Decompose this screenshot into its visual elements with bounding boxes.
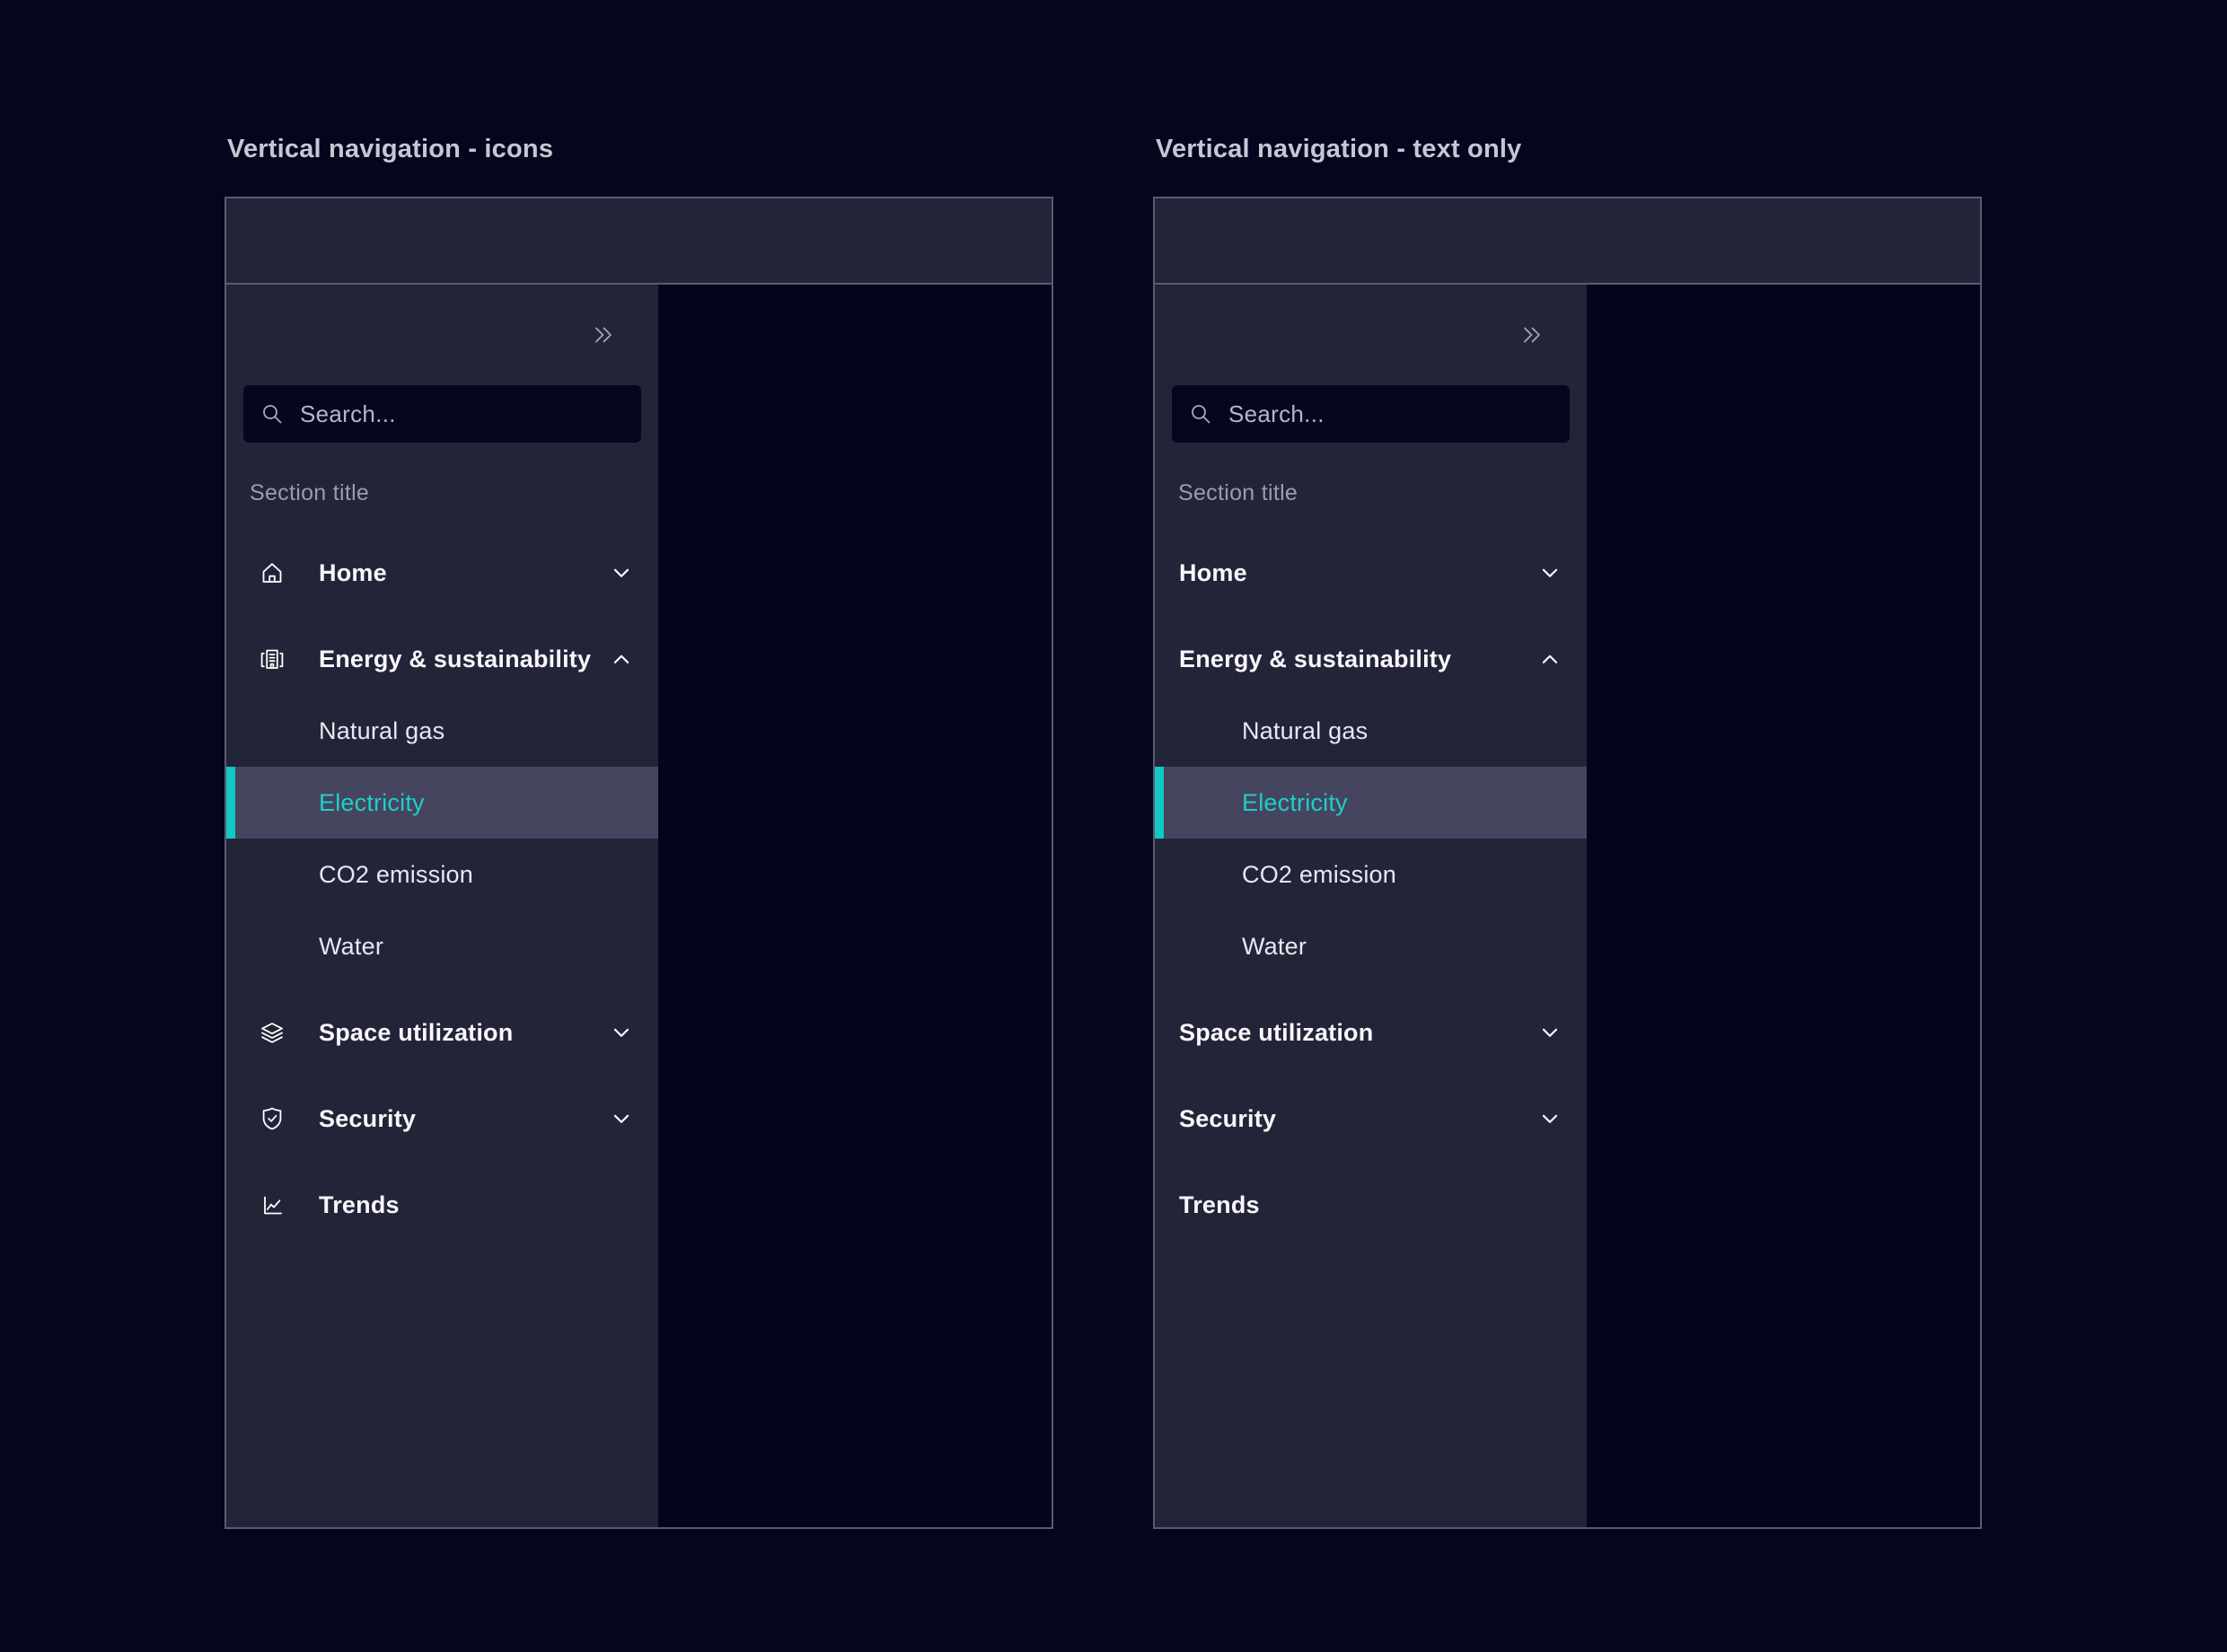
nav-section-title: Section title bbox=[1155, 477, 1587, 509]
search-input[interactable] bbox=[298, 400, 625, 429]
nav-subitem-label: Natural gas bbox=[319, 717, 445, 745]
figure-vertical-nav-text-only: Vertical navigation - text only Section … bbox=[1153, 131, 1982, 1529]
building-icon bbox=[258, 645, 286, 673]
vertical-nav-sidebar: Section title Home Energy & sustainabilit… bbox=[1155, 285, 1587, 1527]
search-box[interactable] bbox=[243, 385, 641, 443]
nav-subgroup: Natural gas Electricity CO2 emission Water bbox=[1155, 695, 1587, 982]
double-chevron-right-icon[interactable] bbox=[588, 320, 619, 350]
nav-panel-text-only: Section title Home Energy & sustainabilit… bbox=[1153, 197, 1982, 1529]
nav-item-security[interactable]: Security bbox=[1155, 1076, 1587, 1162]
nav-subgroup: Natural gas Electricity CO2 emission Water bbox=[226, 695, 658, 982]
nav-subitem-label: Electricity bbox=[319, 789, 425, 817]
content-area bbox=[658, 285, 1052, 1527]
collapse-row bbox=[226, 285, 658, 385]
app-header-bar bbox=[226, 198, 1052, 285]
nav-list: Home Energy & sustainability Natural gas El… bbox=[1155, 530, 1587, 1248]
nav-subitem-natural-gas[interactable]: Natural gas bbox=[1155, 695, 1587, 767]
chevron-down-icon bbox=[610, 561, 633, 584]
nav-item-trends[interactable]: Trends bbox=[226, 1162, 658, 1248]
vertical-nav-sidebar: Section title Home Energy & sustainabilit… bbox=[226, 285, 658, 1527]
nav-item-label: Trends bbox=[319, 1191, 400, 1219]
nav-subitem-label: Water bbox=[319, 933, 383, 961]
nav-section-title: Section title bbox=[226, 477, 658, 509]
nav-item-space-utilization[interactable]: Space utilization bbox=[1155, 989, 1587, 1076]
nav-item-label: Space utilization bbox=[319, 1019, 513, 1047]
nav-subitem-label: CO2 emission bbox=[319, 861, 473, 889]
chevron-down-icon bbox=[610, 1021, 633, 1044]
nav-list: Home Energy & sustainability Natural gas El… bbox=[226, 530, 658, 1248]
search-icon bbox=[260, 401, 285, 426]
nav-subitem-label: CO2 emission bbox=[1242, 861, 1396, 889]
search-box[interactable] bbox=[1172, 385, 1570, 443]
nav-item-label: Security bbox=[319, 1105, 416, 1133]
nav-item-label: Security bbox=[1179, 1105, 1276, 1133]
nav-subitem-label: Water bbox=[1242, 933, 1307, 961]
search-input[interactable] bbox=[1227, 400, 1554, 429]
nav-item-home[interactable]: Home bbox=[226, 530, 658, 616]
collapse-row bbox=[1155, 285, 1587, 385]
layers-stack-icon bbox=[258, 1018, 286, 1047]
line-chart-icon bbox=[258, 1191, 286, 1219]
nav-item-trends[interactable]: Trends bbox=[1155, 1162, 1587, 1248]
chevron-down-icon bbox=[1538, 561, 1562, 584]
nav-item-label: Home bbox=[1179, 559, 1247, 587]
nav-item-label: Energy & sustainability bbox=[319, 646, 591, 673]
figure-title: Vertical navigation - icons bbox=[227, 131, 1053, 167]
nav-subitem-label: Electricity bbox=[1242, 789, 1348, 817]
nav-item-energy-sustainability[interactable]: Energy & sustainability bbox=[226, 616, 658, 702]
chevron-down-icon bbox=[610, 1107, 633, 1130]
canvas: { "page": { "background": "#05051E" }, "… bbox=[0, 0, 2227, 1652]
nav-subitem-water[interactable]: Water bbox=[1155, 910, 1587, 982]
chevron-up-icon bbox=[1538, 647, 1562, 671]
nav-item-home[interactable]: Home bbox=[1155, 530, 1587, 616]
chevron-down-icon bbox=[1538, 1107, 1562, 1130]
nav-item-security[interactable]: Security bbox=[226, 1076, 658, 1162]
nav-item-energy-sustainability[interactable]: Energy & sustainability bbox=[1155, 616, 1587, 702]
home-icon bbox=[258, 558, 286, 587]
content-area bbox=[1587, 285, 1980, 1527]
nav-item-label: Trends bbox=[1179, 1191, 1260, 1219]
nav-subitem-co2-emission[interactable]: CO2 emission bbox=[226, 839, 658, 910]
nav-subitem-label: Natural gas bbox=[1242, 717, 1368, 745]
nav-subitem-water[interactable]: Water bbox=[226, 910, 658, 982]
nav-subitem-co2-emission[interactable]: CO2 emission bbox=[1155, 839, 1587, 910]
nav-panel-icons: Section title Home Energy & sustainabilit… bbox=[224, 197, 1053, 1529]
nav-item-space-utilization[interactable]: Space utilization bbox=[226, 989, 658, 1076]
shield-check-icon bbox=[258, 1104, 286, 1133]
nav-item-label: Energy & sustainability bbox=[1179, 646, 1451, 673]
double-chevron-right-icon[interactable] bbox=[1517, 320, 1547, 350]
figure-vertical-nav-icons: Vertical navigation - icons Section titl… bbox=[224, 131, 1053, 1529]
nav-item-label: Space utilization bbox=[1179, 1019, 1373, 1047]
chevron-down-icon bbox=[1538, 1021, 1562, 1044]
figure-title: Vertical navigation - text only bbox=[1156, 131, 1982, 167]
search-icon bbox=[1188, 401, 1213, 426]
nav-item-label: Home bbox=[319, 559, 387, 587]
nav-subitem-electricity[interactable]: Electricity bbox=[1155, 767, 1587, 839]
app-header-bar bbox=[1155, 198, 1980, 285]
nav-subitem-electricity[interactable]: Electricity bbox=[226, 767, 658, 839]
nav-subitem-natural-gas[interactable]: Natural gas bbox=[226, 695, 658, 767]
chevron-up-icon bbox=[610, 647, 633, 671]
